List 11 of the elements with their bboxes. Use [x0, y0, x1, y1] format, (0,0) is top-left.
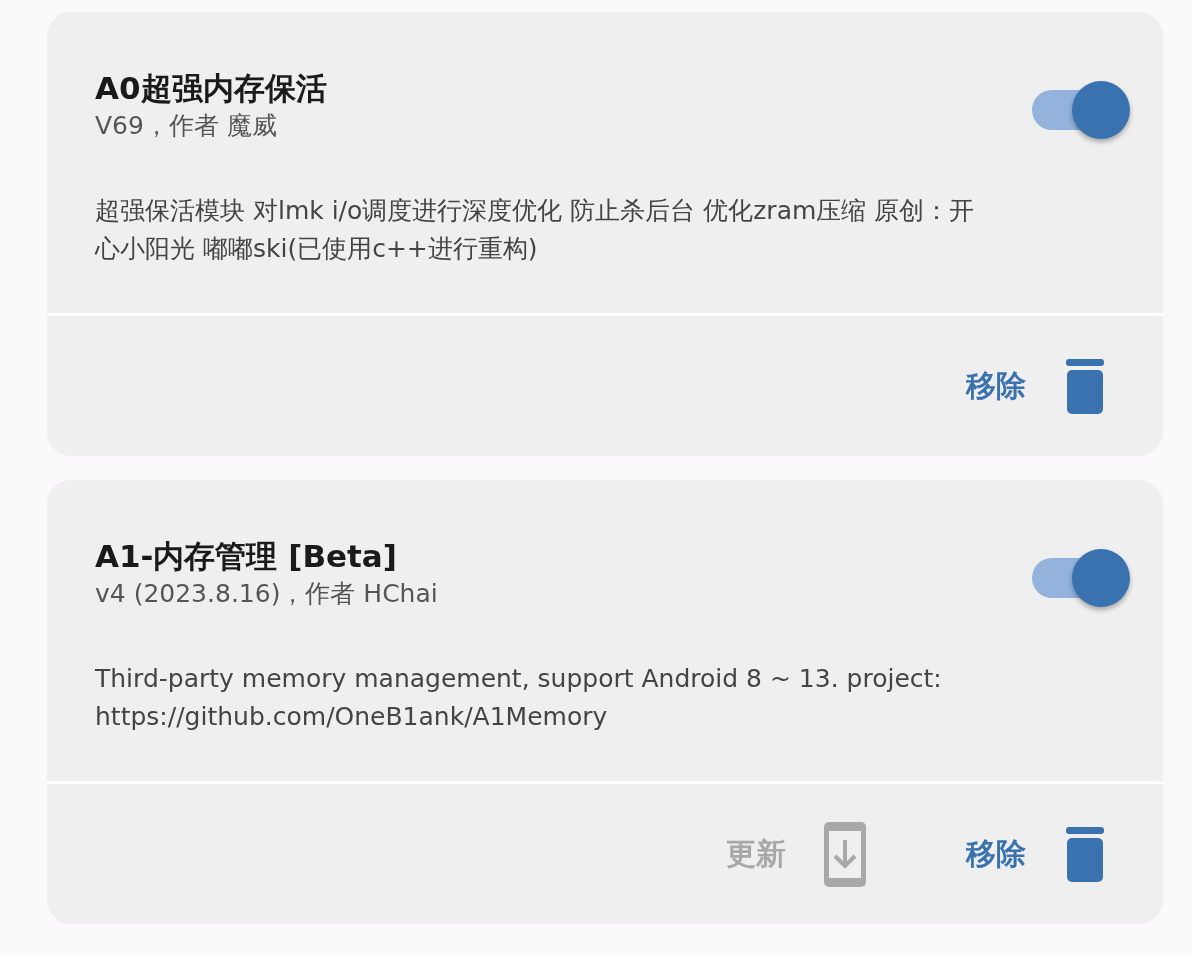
module-description: 超强保活模块 对lmk i/o调度进行深度优化 防止杀后台 优化zram压缩 原创：开心小阳光 嘟嘟ski(已使用c++进行重构): [95, 195, 976, 265]
module-title: A1-内存管理 [Beta]: [95, 537, 398, 576]
trash-icon: [1064, 826, 1106, 882]
module-version: v4 (2023.8.16)，作者 HChai: [95, 578, 438, 610]
module-description: Third-party memory management, support Android 8 ~ 13. project: https://github.com/OneB1ank/A1Memory: [95, 663, 943, 733]
download-icon: [824, 821, 866, 887]
trash-icon: [1064, 358, 1106, 414]
module-title: A0超强内存保活: [95, 69, 327, 108]
remove-button[interactable]: 移除: [966, 358, 1106, 414]
remove-button[interactable]: 移除: [966, 826, 1106, 882]
module-version: V69，作者 魔威: [95, 110, 278, 142]
